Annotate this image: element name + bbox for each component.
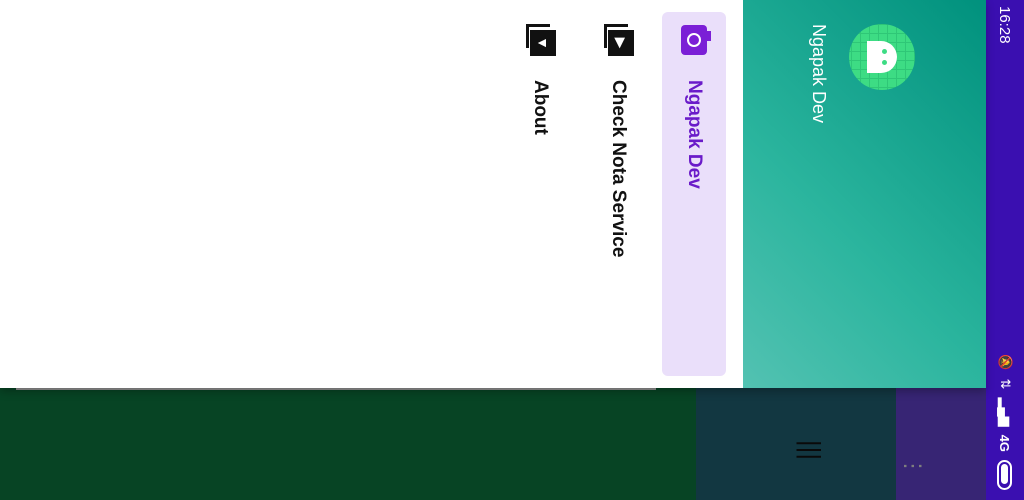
menu-item-ngapak-dev[interactable]: Ngapak Dev <box>662 12 726 376</box>
header-name: Ngapak Dev <box>809 24 829 124</box>
status-bar: 16:28 🔕 ⇅ ▂▄▆ 4G <box>986 0 1024 500</box>
slideshow-icon: ▶ <box>590 12 646 68</box>
menu-item-label: Ngapak Dev <box>684 80 705 189</box>
status-icons: 🔕 ⇅ ▂▄▆ 4G <box>997 354 1013 490</box>
drawer-header: Ngapak Dev <box>743 0 986 388</box>
menu-item-about[interactable]: ▼ About <box>512 12 568 376</box>
phone-screen: 16:28 🔕 ⇅ ▂▄▆ 4G ⋮ ||| aya kan kami <box>0 0 1024 500</box>
network-label: 4G <box>997 434 1013 452</box>
status-time: 16:28 <box>996 6 1014 44</box>
navigation-drawer: Ngapak Dev Ngapak Dev ▶ Check Nota Servi… <box>0 0 986 388</box>
signal-icon: ▂▄▆ <box>998 397 1013 427</box>
android-avatar-icon <box>849 24 915 90</box>
menu-item-label: Check Nota Service <box>608 80 629 258</box>
menu-item-check-nota-service[interactable]: ▶ Check Nota Service <box>590 12 646 376</box>
data-transfer-icon: ⇅ <box>998 378 1013 390</box>
camera-icon <box>666 12 722 68</box>
alarm-off-icon: 🔕 <box>998 354 1013 371</box>
menu-item-label: About <box>530 80 551 135</box>
collections-icon: ▼ <box>512 12 568 68</box>
battery-icon <box>997 460 1013 490</box>
